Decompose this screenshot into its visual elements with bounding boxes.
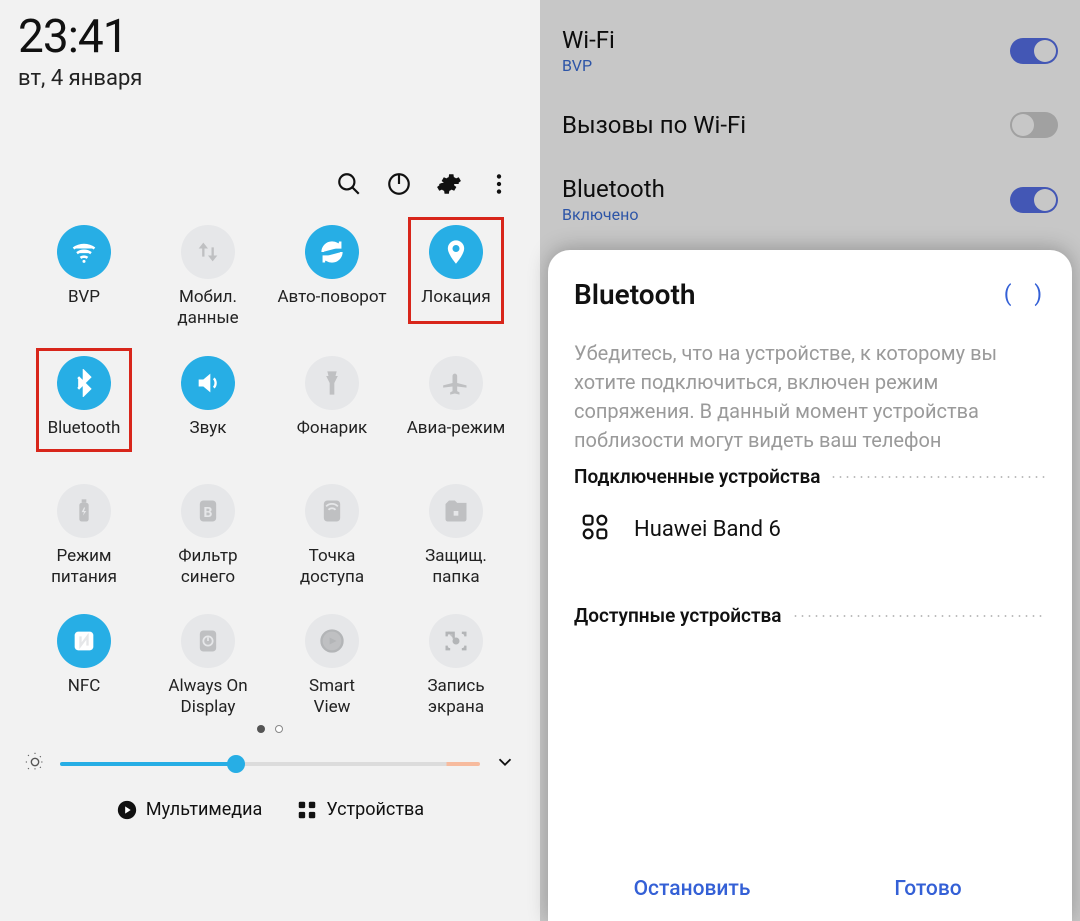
tile-label: Звук <box>190 418 227 458</box>
tile-flashlight[interactable]: Фонарик <box>270 356 394 458</box>
device-name: Huawei Band 6 <box>634 517 781 542</box>
done-button[interactable]: Готово <box>810 877 1046 901</box>
scan-spinner-icon: ( ) <box>1004 282 1046 307</box>
bottom-bar: Мультимедиа Устройства <box>18 799 522 829</box>
clock-icon[interactable] <box>181 614 235 668</box>
tile-label: Локация <box>421 287 490 327</box>
page-dot-inactive <box>275 725 283 733</box>
tile-bluetooth[interactable]: Bluetooth <box>22 356 146 458</box>
tile-label: Мобил.данные <box>177 287 238 330</box>
devices-label: Устройства <box>326 799 424 820</box>
tiles-grid: BVP Мобил.данные Авто-поворот Локация Blueto… <box>18 225 522 719</box>
flash-icon[interactable] <box>305 356 359 410</box>
device-row[interactable]: Huawei Band 6 <box>574 488 1046 570</box>
tile-label: Точкадоступа <box>300 546 364 589</box>
brightness-thumb[interactable] <box>227 755 245 773</box>
brightness-row <box>18 751 522 777</box>
devices-button[interactable]: Устройства <box>296 799 424 821</box>
record-icon[interactable] <box>429 614 483 668</box>
tile-nfc[interactable]: NFC <box>22 614 146 719</box>
plane-icon[interactable] <box>429 356 483 410</box>
bluetooth-sheet: Bluetooth ( ) Убедитесь, что на устройст… <box>548 250 1072 921</box>
stop-button[interactable]: Остановить <box>574 877 810 901</box>
tile-smart-view[interactable]: SmartView <box>270 614 394 719</box>
tile-label: Bluetooth <box>48 418 121 458</box>
sheet-title: Bluetooth <box>574 278 696 311</box>
clock-date: вт, 4 января <box>18 66 522 91</box>
watch-icon <box>580 512 610 546</box>
tile-label: Записьэкрана <box>427 676 484 719</box>
tile-aod[interactable]: Always OnDisplay <box>146 614 270 719</box>
hotspot-icon[interactable] <box>305 484 359 538</box>
tile-auto-rotate[interactable]: Авто-поворот <box>270 225 394 330</box>
brightness-icon <box>24 751 46 777</box>
page-dots <box>18 725 522 733</box>
tile-hotspot[interactable]: Точкадоступа <box>270 484 394 589</box>
bt-icon[interactable] <box>57 356 111 410</box>
tile-screen-record[interactable]: Записьэкрана <box>394 614 518 719</box>
tile-secure-folder[interactable]: Защищ.папка <box>394 484 518 589</box>
tile-wifi[interactable]: BVP <box>22 225 146 330</box>
tile-label: Режимпитания <box>51 546 117 589</box>
tile-power-mode[interactable]: Режимпитания <box>22 484 146 589</box>
clock-time: 23:41 <box>18 10 522 64</box>
wifi-icon[interactable] <box>57 225 111 279</box>
page-dot-active <box>257 725 265 733</box>
tile-blue-filter[interactable]: B Фильтрсинего <box>146 484 270 589</box>
available-section-label: Доступные устройства <box>574 604 782 627</box>
media-button[interactable]: Мультимедиа <box>116 799 262 821</box>
tile-label: SmartView <box>309 676 355 719</box>
more-icon[interactable] <box>486 171 512 197</box>
tile-label: Авиа-режим <box>407 418 506 458</box>
media-label: Мультимедиа <box>146 799 262 820</box>
chevron-down-icon[interactable] <box>494 751 516 777</box>
tile-label: Фонарик <box>297 418 367 458</box>
b-icon[interactable]: B <box>181 484 235 538</box>
power-icon[interactable] <box>386 171 412 197</box>
tile-label: BVP <box>68 287 100 327</box>
top-actions <box>18 171 522 197</box>
divider-dotted <box>830 476 1046 478</box>
divider-dotted <box>792 615 1047 617</box>
paired-section-label: Подключенные устройства <box>574 465 820 488</box>
brightness-slider[interactable] <box>60 762 480 766</box>
battery-icon[interactable] <box>57 484 111 538</box>
tile-label: Фильтрсинего <box>178 546 237 589</box>
tile-label: Защищ.папка <box>425 546 487 589</box>
folder-icon[interactable] <box>429 484 483 538</box>
tile-label: NFC <box>68 676 101 716</box>
svg-text:B: B <box>204 504 213 520</box>
sheet-description: Убедитесь, что на устройстве, к которому… <box>574 339 1046 455</box>
tile-sound[interactable]: Звук <box>146 356 270 458</box>
nfc-icon[interactable] <box>57 614 111 668</box>
sheet-actions: Остановить Готово <box>574 853 1046 921</box>
tile-label: Always OnDisplay <box>168 676 247 719</box>
tile-location[interactable]: Локация <box>394 225 518 330</box>
settings-screen: Wi-FiBVPВызовы по Wi-FiBluetoothВключено… <box>540 0 1080 921</box>
tile-label: Авто-поворот <box>277 287 386 327</box>
tile-airplane[interactable]: Авиа-режим <box>394 356 518 458</box>
search-icon[interactable] <box>336 171 362 197</box>
gear-icon[interactable] <box>436 171 462 197</box>
tile-mobile-data[interactable]: Мобил.данные <box>146 225 270 330</box>
quick-settings-panel: 23:41 вт, 4 января BVP Мобил.данные Авто-п… <box>0 0 540 921</box>
speaker-icon[interactable] <box>181 356 235 410</box>
pin-icon[interactable] <box>429 225 483 279</box>
smartview-icon[interactable] <box>305 614 359 668</box>
rotate-icon[interactable] <box>305 225 359 279</box>
updown-icon[interactable] <box>181 225 235 279</box>
